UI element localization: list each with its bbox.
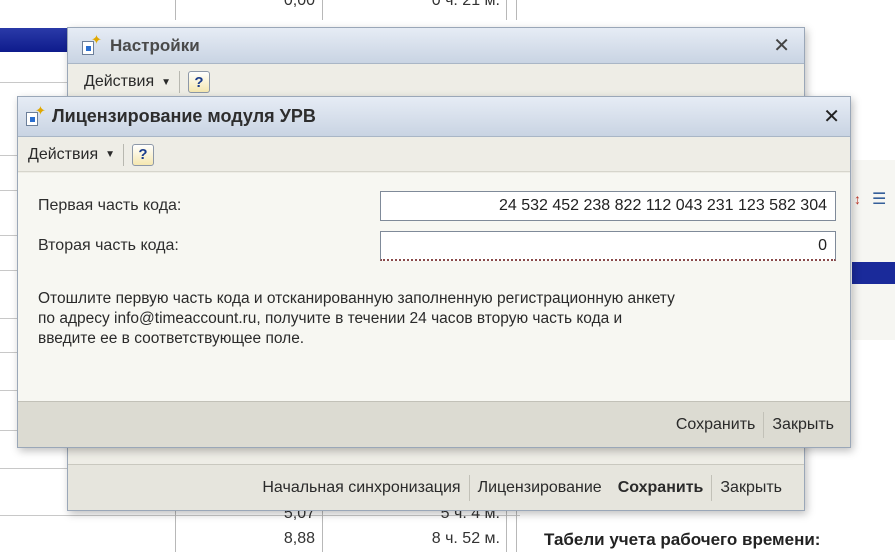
licensing-save-button[interactable]: Сохранить	[668, 416, 764, 434]
settings-titlebar[interactable]: ✦ Настройки ✕	[68, 28, 804, 64]
licensing-close-button[interactable]: Закрыть	[764, 416, 842, 434]
second-code-field[interactable]: 0	[380, 231, 836, 261]
licensing-button[interactable]: Лицензирование	[470, 479, 610, 497]
bg-cell-duration-row2: 8 ч. 52 м.	[431, 530, 500, 547]
second-code-label: Вторая часть кода:	[38, 237, 179, 254]
first-code-row: Первая часть кода: 24 532 452 238 822 11…	[38, 191, 836, 221]
licensing-actions-label: Действия	[28, 145, 99, 163]
background-heading: Табели учета рабочего времени:	[544, 530, 821, 549]
licensing-title: Лицензирование модуля УРВ	[52, 106, 316, 126]
first-code-field[interactable]: 24 532 452 238 822 112 043 231 123 582 3…	[380, 191, 836, 221]
settings-footer: Начальная синхронизация Лицензирование С…	[68, 464, 804, 510]
licensing-footer: Сохранить Закрыть	[18, 401, 850, 447]
settings-title: Настройки	[110, 35, 200, 55]
background-selected-row	[0, 28, 67, 52]
settings-actions-label: Действия	[84, 73, 155, 90]
settings-toolbar: Действия ▼ ?	[68, 66, 804, 98]
background-side-panel: ↕ ☰	[852, 160, 895, 340]
list-icon[interactable]: ☰	[872, 192, 886, 208]
licensing-titlebar[interactable]: ✦ Лицензирование модуля УРВ ✕	[18, 97, 850, 137]
bg-cell-duration-top: 0 ч. 21 м.	[431, 0, 500, 9]
licensing-toolbar: Действия ▼ ?	[18, 138, 850, 172]
first-code-label: Первая часть кода:	[38, 197, 182, 214]
bg-cell-hours-top: 0,00	[283, 0, 315, 9]
settings-help-button[interactable]: ?	[188, 71, 211, 93]
licensing-dialog: ✦ Лицензирование модуля УРВ ✕ Действия ▼…	[17, 96, 851, 448]
initial-sync-button[interactable]: Начальная синхронизация	[254, 479, 468, 497]
licensing-help-button[interactable]: ?	[132, 143, 155, 166]
sort-icon[interactable]: ↕	[854, 192, 861, 206]
settings-close-button[interactable]: Закрыть	[712, 479, 790, 497]
licensing-instructions: Отошлите первую часть кода и отсканирова…	[38, 290, 675, 347]
chevron-down-icon: ▼	[161, 76, 172, 88]
settings-save-button[interactable]: Сохранить	[610, 479, 712, 497]
form-icon: ✦	[24, 104, 46, 128]
bg-cell-hours-row2: 8,88	[283, 530, 315, 547]
second-code-row: Вторая часть кода: 0	[38, 231, 836, 261]
licensing-actions-menu[interactable]: Действия ▼	[28, 146, 115, 164]
form-icon: ✦	[80, 33, 102, 57]
settings-close-icon[interactable]: ✕	[773, 36, 790, 56]
licensing-close-icon[interactable]: ✕	[823, 107, 840, 127]
chevron-down-icon: ▼	[105, 149, 116, 160]
licensing-form: Первая часть кода: 24 532 452 238 822 11…	[18, 173, 850, 401]
background-blue-strip	[852, 262, 895, 284]
settings-actions-menu[interactable]: Действия ▼	[84, 73, 171, 91]
